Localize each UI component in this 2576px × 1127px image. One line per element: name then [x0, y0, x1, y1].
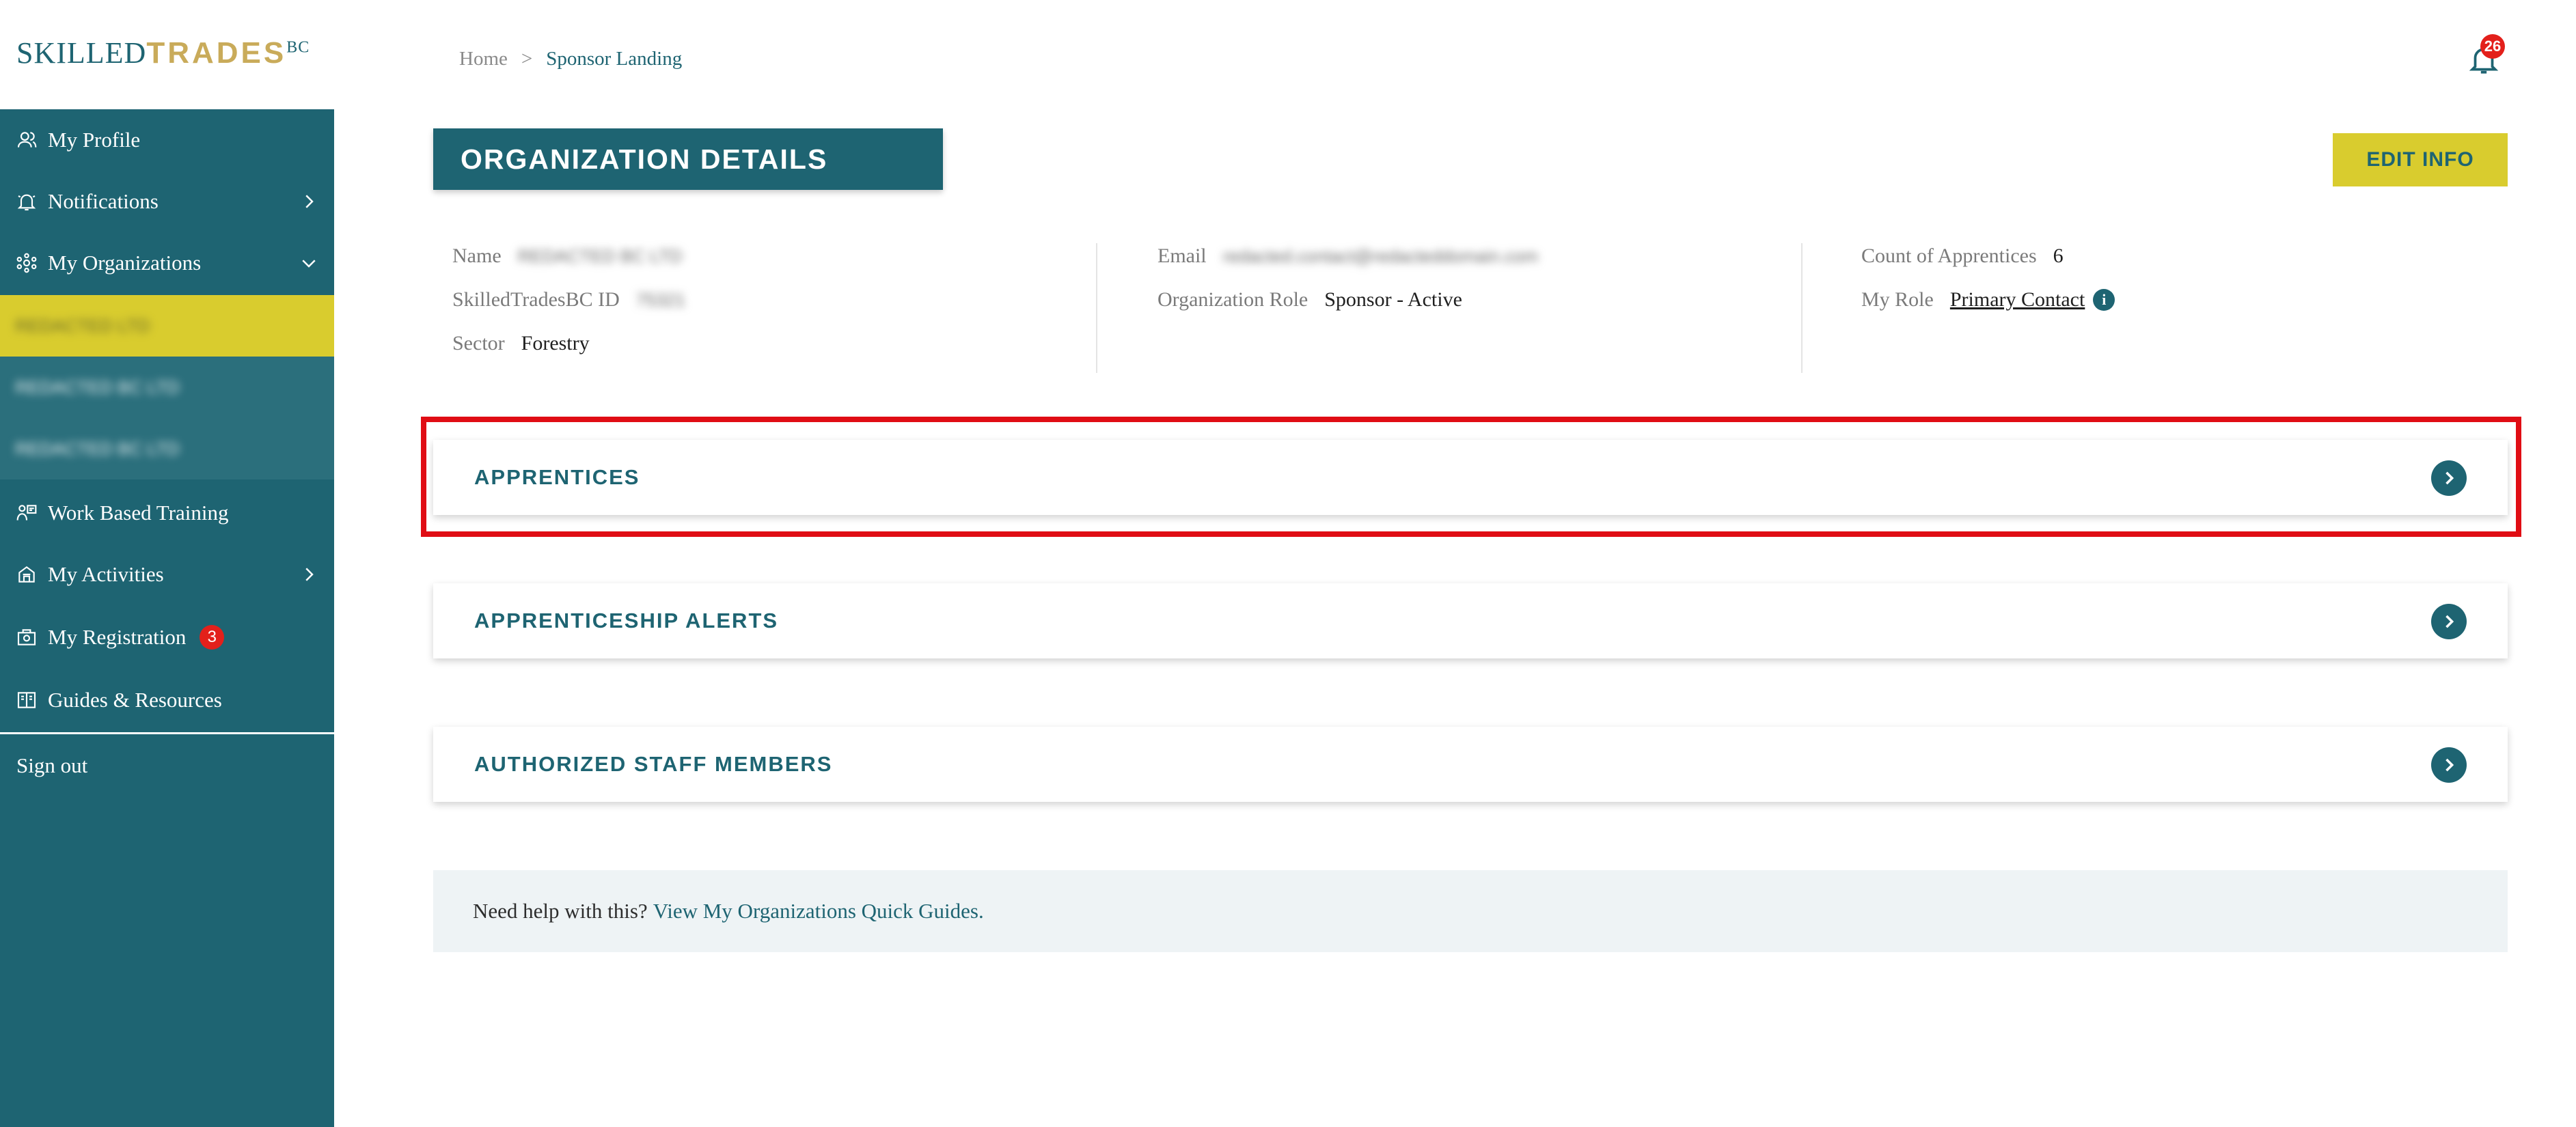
sidebar-item-label: My Profile — [48, 128, 141, 152]
chevron-right-circle-icon[interactable] — [2431, 747, 2467, 783]
activities-icon — [15, 563, 38, 586]
highlight-box — [421, 417, 2521, 537]
sidebar-item-label: Sign out — [16, 753, 88, 777]
apprentice-count-field: Count of Apprentices 6 — [1861, 245, 2064, 268]
breadcrumb-current: Sponsor Landing — [546, 48, 683, 70]
sidebar-item-my-profile[interactable]: My Profile — [0, 109, 334, 171]
details-divider — [1096, 243, 1097, 373]
registration-count-badge: 3 — [200, 625, 225, 650]
sidebar-item-label: My Organizations — [48, 251, 202, 275]
my-role-field: My Role Primary Contact i — [1861, 288, 2115, 311]
logo-text-bc: BC — [286, 38, 310, 57]
sector-label: Sector — [452, 332, 505, 354]
apprentice-count-label: Count of Apprentices — [1861, 245, 2037, 267]
chevron-right-icon — [305, 195, 314, 208]
organization-name: REDACTED BC LTD — [15, 438, 180, 459]
apprentice-count-value: 6 — [2053, 245, 2064, 267]
chevron-down-icon — [302, 260, 316, 268]
logo-text-trades: TRADES — [146, 36, 287, 70]
quick-guides-link[interactable]: View My Organizations Quick Guides. — [653, 899, 984, 923]
guides-icon — [15, 688, 38, 712]
sidebar-item-notifications[interactable]: Notifications — [0, 171, 334, 232]
user-icon — [15, 128, 38, 152]
logo-text-skilled: SKILLED — [16, 36, 147, 70]
info-icon[interactable]: i — [2093, 289, 2115, 311]
name-label: Name — [452, 245, 502, 267]
help-banner: Need help with this? View My Organizatio… — [433, 870, 2508, 952]
breadcrumb: Home > Sponsor Landing — [459, 48, 682, 70]
chevron-right-icon — [305, 568, 314, 581]
sidebar: My Profile Notifications My Organization… — [0, 109, 334, 1127]
help-question: Need help with this? — [473, 899, 648, 923]
sidebar-item-label: Notifications — [48, 189, 159, 213]
authorized-staff-members-section[interactable]: AUTHORIZED STAFF MEMBERS — [433, 727, 2508, 802]
org-role-field: Organization Role Sponsor - Active — [1157, 288, 1462, 311]
notifications-count-badge: 26 — [2480, 34, 2505, 59]
chevron-right-circle-icon[interactable] — [2431, 604, 2467, 639]
page-title: ORGANIZATION DETAILS — [433, 128, 943, 190]
bell-icon — [15, 190, 38, 213]
sidebar-item-my-activities[interactable]: My Activities — [0, 544, 334, 605]
org-role-label: Organization Role — [1157, 288, 1308, 311]
organization-item[interactable]: REDACTED BC LTD — [0, 357, 334, 418]
my-role-label: My Role — [1861, 288, 1934, 311]
email-field: Email redacted.contact@redacteddomain.co… — [1157, 245, 1538, 268]
sidebar-item-label: My Activities — [48, 562, 164, 586]
breadcrumb-home-link[interactable]: Home — [459, 48, 508, 70]
sidebar-item-label: My Registration — [48, 625, 187, 649]
edit-info-button[interactable]: EDIT INFO — [2333, 133, 2508, 186]
id-field: SkilledTradesBC ID 75321 — [452, 288, 685, 311]
section-label: APPRENTICESHIP ALERTS — [474, 609, 779, 632]
details-divider — [1801, 243, 1803, 373]
sidebar-item-label: Guides & Resources — [48, 688, 222, 712]
sidebar-item-guides-resources[interactable]: Guides & Resources — [0, 669, 334, 731]
training-icon — [15, 501, 38, 525]
organization-name: REDACTED BC LTD — [15, 376, 180, 398]
sidebar-item-my-organizations[interactable]: My Organizations — [0, 232, 334, 294]
name-field: Name REDACTED BC LTD — [452, 245, 682, 268]
organization-item-selected[interactable]: REDACTED LTD — [0, 295, 334, 357]
apprenticeship-alerts-section[interactable]: APPRENTICESHIP ALERTS — [433, 583, 2508, 658]
organization-name: REDACTED LTD — [15, 315, 150, 336]
sidebar-item-label: Work Based Training — [48, 501, 229, 525]
breadcrumb-separator: > — [521, 48, 533, 70]
sidebar-item-sign-out[interactable]: Sign out — [0, 735, 334, 796]
organization-item[interactable]: REDACTED BC LTD — [0, 418, 334, 479]
primary-contact-link[interactable]: Primary Contact — [1950, 288, 2085, 311]
sidebar-divider — [0, 732, 334, 734]
skilledtradesbc-logo[interactable]: SKILLEDTRADESBC — [16, 36, 310, 70]
sector-value: Forestry — [521, 332, 590, 354]
sidebar-item-my-registration[interactable]: My Registration 3 — [0, 607, 334, 668]
page-title-text: ORGANIZATION DETAILS — [461, 143, 828, 175]
id-label: SkilledTradesBC ID — [452, 288, 620, 311]
email-value: redacted.contact@redacteddomain.com — [1222, 245, 1539, 266]
registration-icon — [15, 626, 38, 649]
org-role-value: Sponsor - Active — [1324, 288, 1462, 311]
sidebar-item-work-based-training[interactable]: Work Based Training — [0, 482, 334, 544]
id-value: 75321 — [635, 289, 686, 310]
name-value: REDACTED BC LTD — [517, 245, 683, 266]
section-label: AUTHORIZED STAFF MEMBERS — [474, 752, 833, 776]
sector-field: Sector Forestry — [452, 332, 590, 355]
organizations-icon — [15, 251, 38, 275]
email-label: Email — [1157, 245, 1207, 267]
